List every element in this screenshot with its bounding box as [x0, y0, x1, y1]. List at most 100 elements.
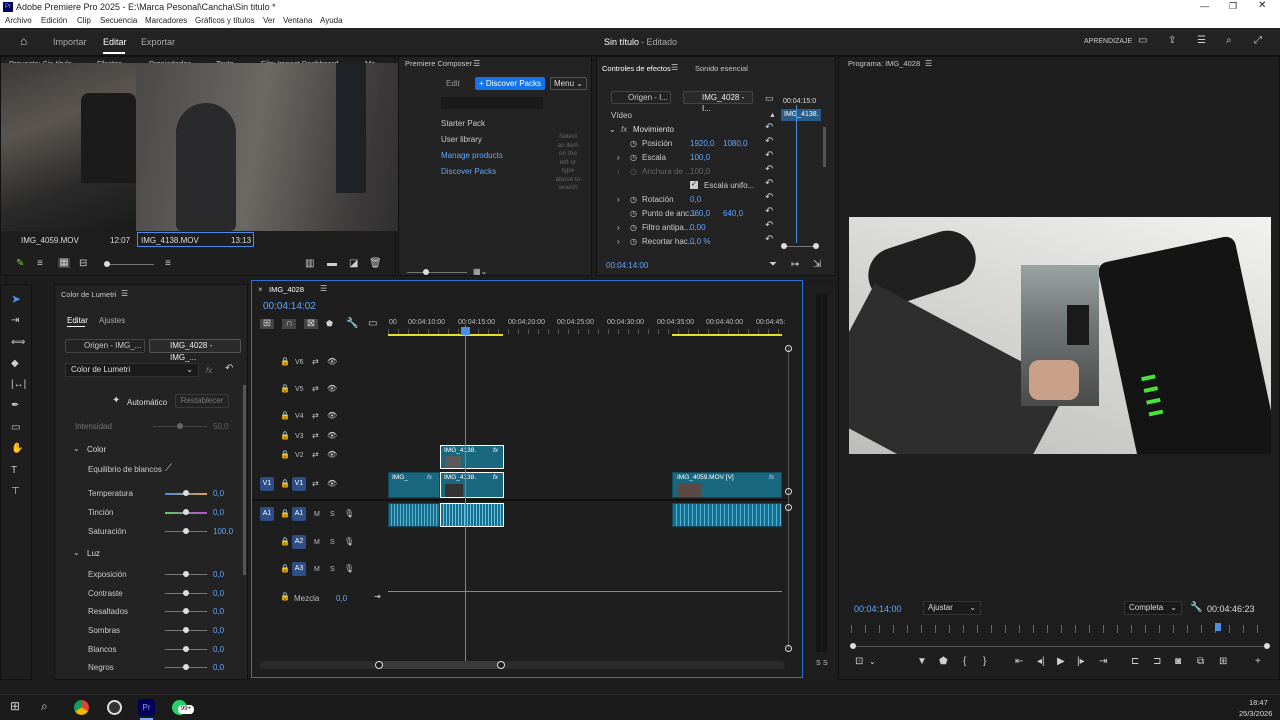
chrome-icon[interactable] — [74, 700, 89, 715]
maximize-icon[interactable]: ❐ — [1229, 1, 1237, 12]
sat-value[interactable]: 100,0 — [213, 527, 233, 536]
temp-slider[interactable] — [165, 490, 207, 496]
stopwatch-icon[interactable]: ◷ — [630, 223, 637, 233]
color-section-label[interactable]: Color — [87, 445, 106, 454]
stopwatch-icon[interactable]: ◷ — [630, 167, 637, 177]
program-title[interactable]: Programa: IMG_4028 — [848, 59, 920, 68]
program-menu-icon[interactable]: ☰ — [925, 59, 932, 69]
caption-tool-icon[interactable]: ⊤ — [11, 487, 20, 497]
sync-icon[interactable]: ⇄ — [312, 450, 319, 460]
clip-a1b[interactable] — [440, 503, 504, 527]
fx-mini-monitor-icon[interactable]: ▭ — [765, 93, 774, 103]
expand-anchura-icon[interactable]: › — [617, 167, 620, 177]
menu-clip[interactable]: Clip — [77, 16, 91, 25]
composer-item-user-library[interactable]: User library — [441, 135, 482, 144]
eye-icon[interactable]: 👁 — [327, 411, 337, 421]
zoom-slider[interactable] — [104, 261, 154, 267]
light-section-chevron-icon[interactable]: ⌄ — [73, 548, 80, 558]
premiere-taskbar-icon[interactable]: Pr — [138, 699, 155, 716]
sync-icon[interactable]: ⇄ — [312, 384, 319, 394]
lumetri-scrollbar[interactable] — [243, 385, 246, 575]
param-v2-anclaje[interactable]: 640,0 — [723, 209, 743, 218]
tint-slider[interactable] — [165, 509, 207, 515]
track-target-a1[interactable]: A1 — [292, 507, 306, 521]
expand-filtro-icon[interactable]: › — [617, 223, 620, 233]
whites-value[interactable]: 0,0 — [213, 645, 224, 654]
solo-button[interactable]: S — [330, 539, 335, 546]
clip-v2[interactable]: IMG_4138. fx — [440, 445, 504, 469]
pen-tool-icon[interactable]: ✒ — [11, 401, 19, 411]
sort-icon[interactable]: ≡ — [165, 259, 171, 269]
tab-sonido-esencial[interactable]: Sonido esencial — [695, 64, 748, 73]
menu-ventana[interactable]: Ventana — [283, 16, 312, 25]
tab-importar[interactable]: Importar — [53, 37, 87, 47]
timeline-hscroll[interactable] — [260, 661, 785, 669]
minimize-icon[interactable]: — — [1200, 1, 1209, 11]
contrast-slider[interactable] — [165, 590, 207, 596]
intensity-knob[interactable] — [177, 423, 183, 429]
lock-icon[interactable]: 🔒 — [280, 384, 290, 394]
slip-tool-icon[interactable]: |↔| — [11, 380, 26, 390]
lock-icon[interactable]: 🔒 — [280, 357, 290, 367]
snap-icon[interactable]: ∩ — [282, 319, 296, 329]
time-ruler[interactable]: 00 00:04:10:00 00:04:15:00 00:04:20:00 0… — [388, 315, 788, 337]
clock-time[interactable]: 18:47 — [1249, 698, 1268, 707]
source-patch-v1[interactable]: V1 — [260, 477, 274, 491]
composer-search[interactable] — [441, 97, 543, 109]
selection-tool-icon[interactable]: ➤ — [11, 293, 21, 305]
in-point-icon[interactable]: { — [963, 657, 966, 667]
track-target-a3[interactable]: A3 — [292, 562, 306, 576]
add-marker-icon[interactable]: ⬟ — [326, 319, 333, 329]
windows-start-icon[interactable]: ⊞ — [10, 700, 20, 712]
mix-go-icon[interactable]: ⇥ — [374, 592, 381, 602]
uniform-scale-checkbox[interactable]: ✓ — [690, 181, 698, 189]
blacks-knob[interactable] — [183, 664, 189, 670]
clip-v1a[interactable]: IMG_ fx — [388, 472, 440, 498]
program-timecode[interactable]: 00:04:14:00 — [854, 604, 902, 614]
compare-icon[interactable]: ⧉ — [1197, 657, 1204, 667]
intensity-value[interactable]: 50,0 — [213, 422, 229, 431]
program-scroll-left[interactable] — [850, 643, 856, 649]
home-icon[interactable]: ⌂ — [20, 35, 27, 47]
mark-in-icon[interactable]: ▼ — [917, 657, 927, 667]
expand-escala-icon[interactable]: › — [617, 153, 620, 163]
contrast-knob[interactable] — [183, 590, 189, 596]
clip-a1a[interactable] — [388, 503, 440, 527]
composer-item-discover[interactable]: Discover Packs — [441, 167, 496, 176]
discover-packs-button[interactable]: + Discover Packs — [475, 77, 545, 90]
pencil-icon[interactable]: ✎ — [16, 259, 24, 269]
reset-filtro-icon[interactable]: ↶ — [765, 221, 773, 231]
lock-icon[interactable]: 🔒 — [280, 411, 290, 421]
mic-icon[interactable]: 🎙 — [344, 509, 354, 519]
menu-edicion[interactable]: Edición — [41, 16, 67, 25]
expand-rotacion-icon[interactable]: › — [617, 195, 620, 205]
pip-overlay[interactable] — [1021, 265, 1099, 406]
quality-dropdown[interactable]: Completa ⌄ — [1124, 601, 1182, 615]
clock-date[interactable]: 25/3/2026 — [1239, 709, 1272, 718]
track-target-v1[interactable]: V1 — [292, 477, 306, 491]
reset-anchura-icon[interactable]: ↶ — [765, 165, 773, 175]
sync-icon[interactable]: ⇄ — [312, 431, 319, 441]
step-back-icon[interactable]: ◂| — [1037, 657, 1045, 667]
search-icon[interactable]: ⌕ — [1226, 36, 1232, 46]
param-v1-posicion[interactable]: 1920,0 — [690, 139, 714, 148]
captions-icon[interactable]: ▭ — [368, 319, 377, 329]
exposure-slider[interactable] — [165, 571, 207, 577]
sequence-tab[interactable]: IMG_4028 — [269, 285, 304, 294]
sequence-menu-icon[interactable]: ☰ — [320, 284, 327, 294]
stopwatch-icon[interactable]: ◷ — [630, 237, 637, 247]
composer-title[interactable]: Premiere Composer — [405, 59, 472, 68]
reset-uniform-icon[interactable]: ↶ — [765, 179, 773, 189]
lumetri-source-tab[interactable]: Origen - IMG_... — [65, 339, 145, 353]
menu-secuencia[interactable]: Secuencia — [100, 16, 137, 25]
menu-archivo[interactable]: Archivo — [5, 16, 32, 25]
marker-icon[interactable]: ⬟ — [939, 657, 948, 667]
lock-icon[interactable]: 🔒 — [280, 479, 290, 489]
highlights-knob[interactable] — [183, 608, 189, 614]
linked-select-icon[interactable]: ⊠ — [304, 319, 318, 329]
sync-icon[interactable]: ⇄ — [312, 357, 319, 367]
fx-timecode[interactable]: 00:04:14:00 — [606, 261, 648, 270]
eye-icon[interactable]: 👁 — [327, 431, 337, 441]
shadows-value[interactable]: 0,0 — [213, 626, 224, 635]
extract-icon[interactable]: ⊐ — [1153, 657, 1161, 667]
